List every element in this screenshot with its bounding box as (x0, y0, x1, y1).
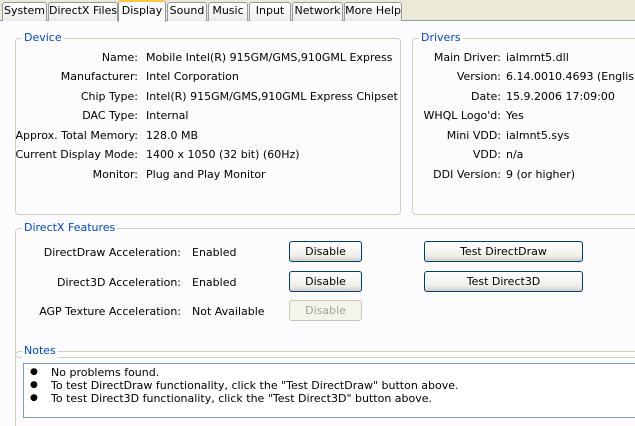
device-label: Name: (101, 51, 138, 64)
tab-display[interactable]: Display (118, 0, 166, 22)
device-row-manufacturer: Manufacturer: Intel Corporation (0, 69, 400, 84)
drivers-label: Date: (471, 90, 501, 103)
device-row-chip-type: Chip Type: Intel(R) 915GM/GMS,910GML Exp… (0, 89, 400, 104)
drivers-group-title: Drivers (419, 31, 463, 45)
drivers-row-version: Version: 6.14.0010.4693 (English) (400, 69, 635, 84)
device-label: Approx. Total Memory: (15, 129, 139, 142)
device-value: Intel(R) 915GM/GMS,910GML Express Chipse… (146, 90, 398, 103)
drivers-row-vdd: VDD: n/a (400, 147, 635, 162)
drivers-value: 6.14.0010.4693 (English) (506, 70, 635, 83)
drivers-row-date: Date: 15.9.2006 17:09:00 (400, 89, 635, 104)
disable-directdraw-button[interactable]: Disable (289, 241, 362, 262)
device-label: Current Display Mode: (15, 148, 138, 161)
device-label: Monitor: (92, 168, 138, 181)
directx-features-title: DirectX Features (22, 221, 118, 235)
tab-sound[interactable]: Sound (167, 2, 207, 21)
note-text: To test Direct3D functionality, click th… (51, 392, 433, 405)
drivers-value: n/a (506, 148, 524, 161)
note-text: To test DirectDraw functionality, click … (51, 379, 459, 392)
test-direct3d-button[interactable]: Test Direct3D (424, 271, 583, 292)
bullet-icon: ● (30, 367, 38, 377)
drivers-row-mini-vdd: Mini VDD: ialmnt5.sys (400, 128, 635, 143)
drivers-label: WHQL Logo'd: (423, 109, 501, 122)
tab-network[interactable]: Network (292, 2, 343, 21)
drivers-label: VDD: (472, 148, 501, 161)
notes-list[interactable]: ● No problems found. ● To test DirectDra… (23, 363, 635, 418)
notes-title: Notes (22, 344, 58, 358)
drivers-value: ialmnt5.sys (506, 129, 570, 142)
device-row-memory: Approx. Total Memory: 128.0 MB (0, 128, 400, 143)
drivers-label: DDI Version: (433, 168, 501, 181)
drivers-label: Mini VDD: (446, 129, 501, 142)
disable-agp-texture-button: Disable (289, 300, 362, 321)
feature-status: Not Available (192, 305, 265, 318)
device-value: Intel Corporation (146, 70, 239, 83)
device-group-title: Device (22, 31, 64, 45)
drivers-value: Yes (506, 109, 524, 122)
drivers-value: ialmrnt5.dll (506, 51, 569, 64)
tab-input[interactable]: Input (249, 2, 291, 21)
bullet-icon: ● (30, 393, 38, 403)
device-label: Chip Type: (80, 90, 138, 103)
bullet-icon: ● (30, 380, 38, 390)
feature-row-directdraw: DirectDraw Acceleration: Enabled (0, 245, 280, 260)
feature-label: Direct3D Acceleration: (57, 276, 181, 289)
device-value: 128.0 MB (146, 129, 199, 142)
device-value: Mobile Intel(R) 915GM/GMS,910GML Express (146, 51, 393, 64)
tab-system[interactable]: System (2, 2, 47, 21)
feature-row-agp-texture: AGP Texture Acceleration: Not Available (0, 304, 280, 319)
tab-more-help[interactable]: More Help (344, 2, 402, 21)
tab-strip: System DirectX Files Display Sound Music… (0, 0, 635, 22)
note-item: ● To test Direct3D functionality, click … (24, 392, 634, 405)
device-value: Internal (146, 109, 189, 122)
drivers-row-whql: WHQL Logo'd: Yes (400, 108, 635, 123)
drivers-label: Version: (456, 70, 501, 83)
tab-directx-files[interactable]: DirectX Files (48, 2, 118, 21)
feature-label: AGP Texture Acceleration: (39, 305, 181, 318)
feature-row-direct3d: Direct3D Acceleration: Enabled (0, 275, 280, 290)
feature-status: Enabled (192, 276, 237, 289)
feature-label: DirectDraw Acceleration: (43, 246, 181, 259)
drivers-row-ddi-version: DDI Version: 9 (or higher) (400, 167, 635, 182)
note-text: No problems found. (51, 366, 160, 379)
drivers-value: 15.9.2006 17:09:00 (506, 90, 615, 103)
note-item: ● No problems found. (24, 366, 634, 379)
device-row-display-mode: Current Display Mode: 1400 x 1050 (32 bi… (0, 147, 400, 162)
device-row-name: Name: Mobile Intel(R) 915GM/GMS,910GML E… (0, 50, 400, 65)
device-row-monitor: Monitor: Plug and Play Monitor (0, 167, 400, 182)
drivers-value: 9 (or higher) (506, 168, 576, 181)
drivers-label: Main Driver: (433, 51, 501, 64)
drivers-row-main-driver: Main Driver: ialmrnt5.dll (400, 50, 635, 65)
device-label: DAC Type: (82, 109, 138, 122)
display-tab-page: Device Name: Mobile Intel(R) 915GM/GMS,9… (0, 21, 635, 426)
device-value: 1400 x 1050 (32 bit) (60Hz) (146, 148, 300, 161)
feature-status: Enabled (192, 246, 237, 259)
device-label: Manufacturer: (60, 70, 138, 83)
device-row-dac-type: DAC Type: Internal (0, 108, 400, 123)
device-value: Plug and Play Monitor (146, 168, 266, 181)
note-item: ● To test DirectDraw functionality, clic… (24, 379, 634, 392)
disable-direct3d-button[interactable]: Disable (289, 271, 362, 292)
test-directdraw-button[interactable]: Test DirectDraw (424, 241, 583, 262)
tab-music[interactable]: Music (208, 2, 248, 21)
